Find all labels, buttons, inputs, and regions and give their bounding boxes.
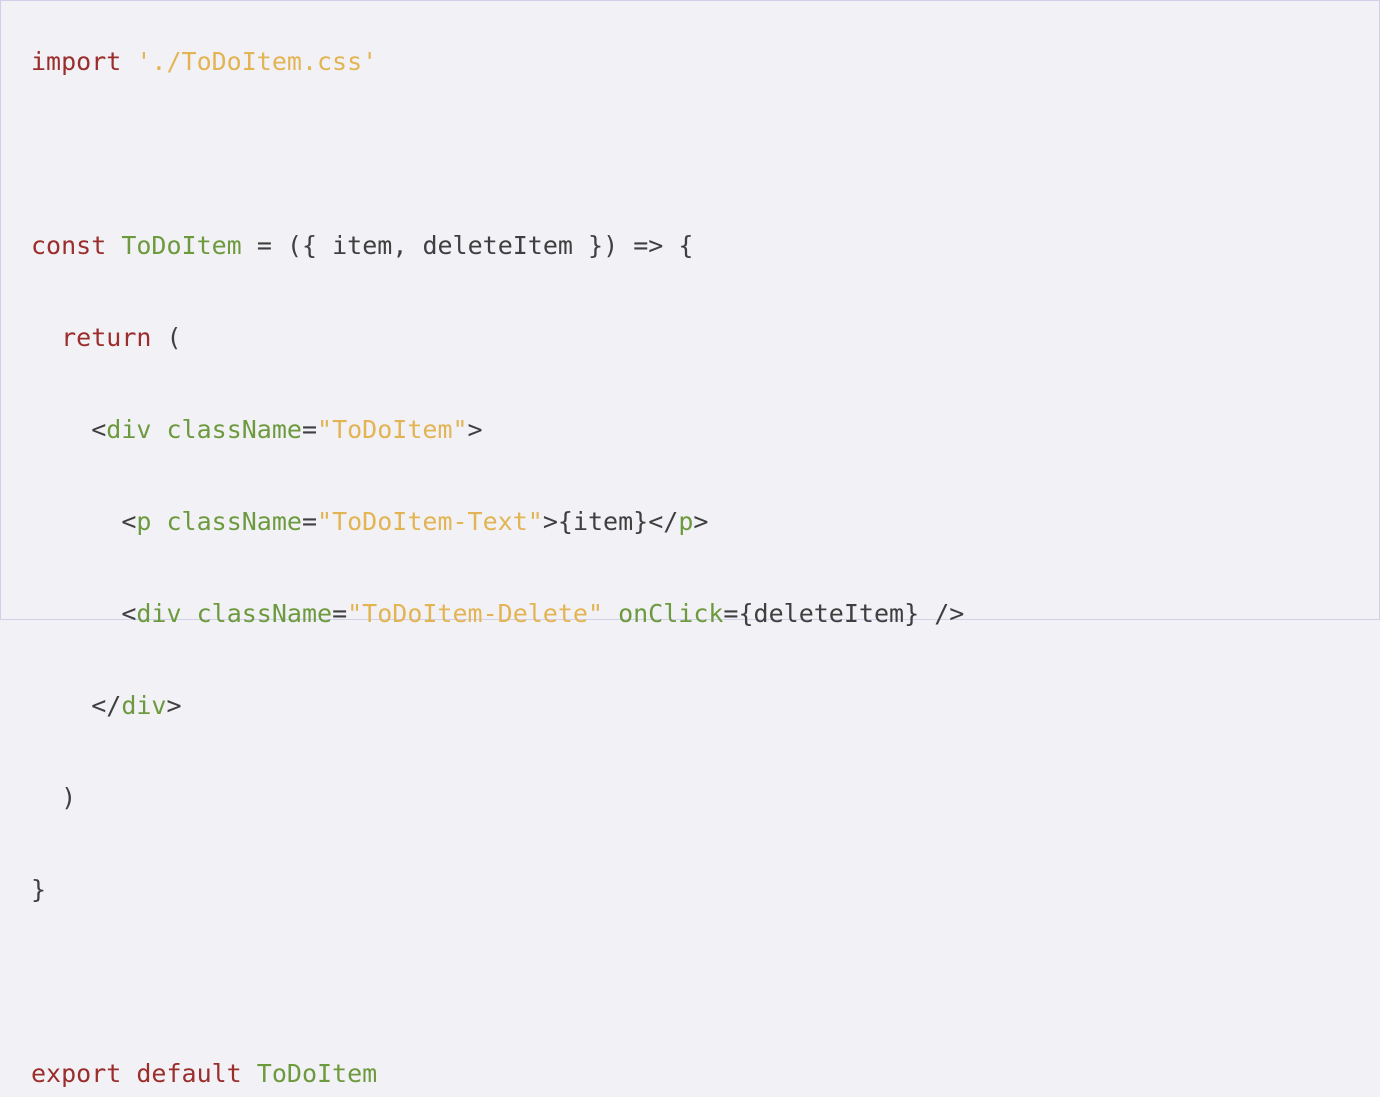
jsx-attr: className	[167, 507, 302, 536]
paren-brace-close: })	[588, 231, 618, 260]
brace-open: {	[678, 231, 693, 260]
angle-open-slash: </	[91, 691, 121, 720]
paren-brace-open: ({	[287, 231, 317, 260]
jsx-attr-value: "ToDoItem-Delete"	[347, 599, 603, 628]
code-line: <div className="ToDoItem-Delete" onClick…	[31, 591, 1349, 637]
jsx-attr: className	[197, 599, 332, 628]
operator-assign: =	[257, 231, 272, 260]
code-line-blank	[31, 959, 1349, 1005]
jsx-attr-value: "ToDoItem-Text"	[317, 507, 543, 536]
code-line: export default ToDoItem	[31, 1051, 1349, 1097]
jsx-attr: className	[167, 415, 302, 444]
angle-close: >	[543, 507, 558, 536]
angle-close: >	[693, 507, 708, 536]
keyword-const: const	[31, 231, 106, 260]
brace-open: {	[558, 507, 573, 536]
arrow: =>	[633, 231, 663, 260]
jsx-tag-close: p	[678, 507, 693, 536]
angle-open: <	[121, 507, 136, 536]
jsx-expression: deleteItem	[754, 599, 905, 628]
code-line: return (	[31, 315, 1349, 361]
param: deleteItem	[422, 231, 573, 260]
jsx-tag: p	[136, 507, 151, 536]
self-close: />	[934, 599, 964, 628]
identifier: ToDoItem	[121, 231, 241, 260]
angle-close: >	[166, 691, 181, 720]
code-line: )	[31, 775, 1349, 821]
code-line: <div className="ToDoItem">	[31, 407, 1349, 453]
jsx-tag: div	[106, 415, 151, 444]
angle-open: <	[121, 599, 136, 628]
code-line: </div>	[31, 683, 1349, 729]
jsx-attr: onClick	[618, 599, 723, 628]
code-line: }	[31, 867, 1349, 913]
jsx-tag: div	[136, 599, 181, 628]
brace-close: }	[904, 599, 919, 628]
code-line: <p className="ToDoItem-Text">{item}</p>	[31, 499, 1349, 545]
jsx-attr-value: "ToDoItem"	[317, 415, 468, 444]
comma: ,	[392, 231, 407, 260]
equals: =	[723, 599, 738, 628]
equals: =	[302, 507, 317, 536]
brace-close: }	[31, 875, 46, 904]
jsx-expression: item	[573, 507, 633, 536]
equals: =	[302, 415, 317, 444]
string-literal: './ToDoItem.css'	[136, 47, 377, 76]
code-line: const ToDoItem = ({ item, deleteItem }) …	[31, 223, 1349, 269]
keyword-export: export	[31, 1059, 121, 1088]
param: item	[332, 231, 392, 260]
brace-open: {	[738, 599, 753, 628]
code-line: import './ToDoItem.css'	[31, 39, 1349, 85]
equals: =	[332, 599, 347, 628]
jsx-tag-close: div	[121, 691, 166, 720]
keyword-default: default	[136, 1059, 241, 1088]
code-line-blank	[31, 131, 1349, 177]
keyword-import: import	[31, 47, 121, 76]
keyword-return: return	[61, 323, 151, 352]
angle-open-slash: </	[648, 507, 678, 536]
paren-close: )	[61, 783, 76, 812]
paren-open: (	[166, 323, 181, 352]
angle-close: >	[468, 415, 483, 444]
brace-close: }	[633, 507, 648, 536]
angle-open: <	[91, 415, 106, 444]
identifier: ToDoItem	[257, 1059, 377, 1088]
code-editor-content: import './ToDoItem.css' const ToDoItem =…	[31, 39, 1349, 1097]
